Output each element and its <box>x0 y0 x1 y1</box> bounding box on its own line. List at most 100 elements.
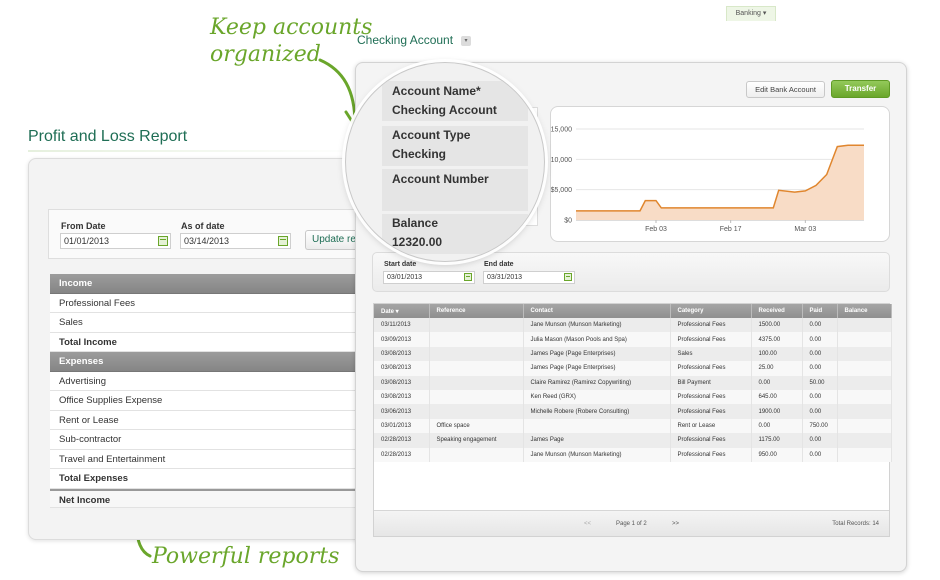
table-cell: 03/08/2013 <box>374 375 430 390</box>
column-header[interactable]: Category <box>670 304 752 318</box>
next-page-button[interactable]: >> <box>672 521 679 527</box>
table-cell <box>429 375 524 390</box>
total-records: Total Records: 14 <box>832 521 879 527</box>
edit-bank-account-button[interactable]: Edit Bank Account <box>746 81 825 98</box>
table-cell <box>429 447 524 462</box>
table-cell: 0.00 <box>802 361 838 376</box>
table-cell <box>523 418 671 434</box>
from-date-input[interactable]: 01/01/2013 <box>60 233 171 249</box>
calendar-icon[interactable] <box>464 273 472 281</box>
prev-page-button[interactable]: << <box>584 521 591 527</box>
table-cell: 03/09/2013 <box>374 332 430 347</box>
table-cell: 0.00 <box>751 375 803 390</box>
table-cell: Professional Fees <box>670 332 752 347</box>
transactions-table: Date ▾ Reference Contact Category Received Pa… <box>374 304 892 462</box>
table-cell: 25.00 <box>751 361 803 376</box>
table-cell: 4375.00 <box>751 332 803 347</box>
table-cell: 1500.00 <box>751 318 803 333</box>
end-date-value: 03/31/2013 <box>487 274 523 281</box>
report-row: Total Expenses <box>50 469 368 489</box>
end-date-input[interactable]: 03/31/2013 <box>483 271 575 284</box>
column-header[interactable]: Balance <box>837 304 892 318</box>
table-cell <box>837 332 892 347</box>
table-cell: Professional Fees <box>670 433 752 448</box>
tab-banking[interactable]: Banking ▾ <box>726 6 776 21</box>
balance-chart-svg: $15,000 $10,000 $5,000 $0 Feb 03 Feb 17 Mar 03 <box>547 127 864 233</box>
calendar-icon[interactable] <box>158 236 168 246</box>
annotation-top-line2: organized <box>210 42 321 67</box>
from-date-label: From Date <box>61 221 106 231</box>
table-row[interactable]: 02/28/2013 Speaking engagement James Page P… <box>374 433 892 448</box>
table-row[interactable]: 03/08/2013 James Page (Page Enterprises) P… <box>374 361 892 376</box>
table-cell: 02/28/2013 <box>374 433 430 448</box>
account-dropdown-icon[interactable]: ▾ <box>461 36 471 46</box>
table-cell: 02/28/2013 <box>374 447 430 462</box>
balance-label: Balance <box>392 216 439 230</box>
table-cell: 0.00 <box>751 418 803 434</box>
table-cell: 950.00 <box>751 447 803 462</box>
table-cell: Julia Mason (Mason Pools and Spa) <box>523 332 671 347</box>
table-cell <box>837 447 892 462</box>
balance-value: 12320.00 <box>392 235 443 249</box>
table-row[interactable]: 03/06/2013 Michelle Robere (Robere Consul… <box>374 404 892 419</box>
calendar-icon[interactable] <box>278 236 288 246</box>
table-row[interactable]: 03/11/2013 Jane Munson (Munson Marketing)… <box>374 318 892 333</box>
table-cell <box>837 433 892 448</box>
column-header[interactable]: Contact <box>523 304 671 318</box>
table-cell: 03/08/2013 <box>374 346 430 362</box>
table-row[interactable]: 03/09/2013 Julia Mason (Mason Pools and S… <box>374 332 892 347</box>
column-header[interactable]: Received <box>751 304 803 318</box>
table-cell: 03/01/2013 <box>374 418 430 434</box>
table-cell: 50.00 <box>802 375 838 390</box>
table-cell: 0.00 <box>802 447 838 462</box>
table-row[interactable]: 03/08/2013 Claire Ramirez (Ramirez Copywr… <box>374 375 892 390</box>
asof-date-input[interactable]: 03/14/2013 <box>180 233 291 249</box>
table-cell: Professional Fees <box>670 389 752 405</box>
table-cell: 0.00 <box>802 332 838 347</box>
column-header[interactable]: Paid <box>802 304 838 318</box>
pl-table: Income Professional Fees Sales Total Income… <box>50 274 368 508</box>
table-cell <box>429 389 524 405</box>
table-row[interactable]: 03/08/2013 Ken Reed (GRX) Professional Fee… <box>374 389 892 405</box>
table-cell <box>837 418 892 434</box>
table-cell: 0.00 <box>802 318 838 333</box>
table-cell: Sales <box>670 346 752 362</box>
table-row[interactable]: 03/08/2013 James Page (Page Enterprises) S… <box>374 346 892 362</box>
y-tick-label: $5,000 <box>551 187 572 194</box>
table-body: 03/11/2013 Jane Munson (Munson Marketing)… <box>374 318 892 462</box>
table-cell: 0.00 <box>802 389 838 405</box>
table-cell: 1900.00 <box>751 404 803 419</box>
table-cell <box>837 404 892 419</box>
table-cell <box>837 375 892 390</box>
table-cell: Speaking engagement <box>429 433 524 448</box>
account-number-label: Account Number <box>392 172 489 186</box>
calendar-icon[interactable] <box>564 273 572 281</box>
table-cell: 0.00 <box>802 433 838 448</box>
table-row[interactable]: 02/28/2013 Jane Munson (Munson Marketing)… <box>374 447 892 462</box>
column-header[interactable]: Date ▾ <box>374 304 430 318</box>
table-cell: James Page (Page Enterprises) <box>523 346 671 362</box>
annotation-top-line1: Keep accounts <box>210 15 373 40</box>
table-cell: 03/08/2013 <box>374 389 430 405</box>
table-cell <box>837 318 892 333</box>
magnifier-lens: Account Name* Checking Account Account T… <box>345 62 545 262</box>
table-cell: 03/06/2013 <box>374 404 430 419</box>
transfer-button[interactable]: Transfer <box>831 80 890 98</box>
account-name-value: Checking Account <box>392 103 497 117</box>
table-cell <box>837 389 892 405</box>
account-type-label: Account Type <box>392 128 471 142</box>
table-cell: Jane Munson (Munson Marketing) <box>523 318 671 333</box>
table-cell: 0.00 <box>802 346 838 362</box>
transactions-grid: Date ▾ Reference Contact Category Received Pa… <box>373 303 892 537</box>
table-row[interactable]: 03/01/2013 Office space Rent or Lease 0.00 7… <box>374 418 892 434</box>
start-date-input[interactable]: 03/01/2013 <box>383 271 475 284</box>
table-header-row: Date ▾ Reference Contact Category Received Pa… <box>374 304 892 318</box>
report-row: Sub-contractor <box>50 430 368 450</box>
table-cell <box>837 346 892 362</box>
table-cell: James Page <box>523 433 671 448</box>
table-cell: Jane Munson (Munson Marketing) <box>523 447 671 462</box>
tab-banking-label: Banking <box>735 10 761 17</box>
column-header[interactable]: Reference <box>429 304 524 318</box>
report-row: Sales <box>50 313 368 333</box>
report-row: Net Income <box>50 488 368 508</box>
